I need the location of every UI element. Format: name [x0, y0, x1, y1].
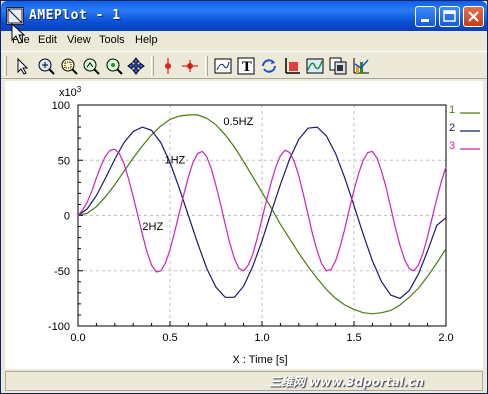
toolbar-grip[interactable] — [4, 56, 7, 76]
dual-cursor-icon[interactable] — [180, 56, 200, 76]
menu-help[interactable]: Help — [135, 34, 158, 46]
legend-label-3: 3 — [449, 140, 455, 152]
axis-ticks: 0.0 0.5 1.0 1.5 2.0 100 50 0 -50 -100 — [48, 100, 454, 344]
zoom-box-icon[interactable] — [59, 56, 79, 76]
toolbar-separator-2 — [205, 56, 208, 76]
axes-icon[interactable] — [282, 56, 302, 76]
legend-label-1: 1 — [449, 104, 455, 116]
y-multiplier: x103 — [59, 85, 82, 99]
watermark-text: 三维网 www.3dportal.cn — [269, 375, 425, 389]
zoom-in-icon[interactable] — [81, 56, 101, 76]
copy-icon[interactable] — [328, 56, 348, 76]
plot-window-icon[interactable] — [213, 56, 233, 76]
cursor-icon[interactable] — [158, 56, 178, 76]
menu-bar: File Edit View Tools Help — [1, 31, 487, 77]
title-bar[interactable]: AMEPlot - 1 — [1, 1, 487, 31]
refresh-icon[interactable] — [259, 56, 279, 76]
menu-view[interactable]: View — [67, 34, 91, 46]
zoom-tool-icon[interactable] — [36, 56, 56, 76]
maximize-icon — [443, 10, 456, 22]
x-axis-label: X : Time [s] — [232, 354, 287, 366]
x-tick-label: 2.0 — [438, 332, 453, 344]
legend-label-2: 2 — [449, 122, 455, 134]
y-tick-label: 50 — [58, 155, 70, 167]
window-title: AMEPlot - 1 — [29, 8, 121, 23]
close-button[interactable] — [463, 6, 484, 27]
zoom-reset-icon[interactable] — [104, 56, 124, 76]
x-tick-label: 1.5 — [346, 332, 361, 344]
annotation-1hz: 1HZ — [164, 155, 185, 167]
annotation-2hz: 2HZ — [142, 221, 163, 233]
minimize-button[interactable] — [415, 6, 436, 27]
chart-icon[interactable] — [351, 56, 371, 76]
text-icon[interactable]: T — [236, 56, 256, 76]
close-icon — [468, 11, 479, 22]
toolbar-separator — [151, 56, 154, 76]
pan-icon[interactable] — [126, 56, 146, 76]
x-tick-label: 0.5 — [162, 332, 177, 344]
plot-svg[interactable]: 0.0 0.5 1.0 1.5 2.0 100 50 0 -50 -100 0.5HZ 1HZ 2HZ… — [5, 81, 483, 369]
maximize-button[interactable] — [439, 6, 460, 27]
svg-text:T: T — [242, 60, 252, 75]
mouse-pointer-icon — [11, 23, 26, 44]
minimize-icon — [421, 19, 429, 22]
menu-tools[interactable]: Tools — [99, 34, 125, 46]
ameplot-window: AMEPlot - 1 File Edit View Tools Help T — [0, 0, 488, 394]
y-multiplier-base: x10 — [59, 87, 77, 99]
x-tick-label: 1.0 — [254, 332, 269, 344]
y-tick-label: 0 — [64, 211, 70, 223]
y-multiplier-exp: 3 — [77, 85, 82, 94]
annotation-0.5hz: 0.5HZ — [223, 116, 253, 128]
menu-edit[interactable]: Edit — [38, 34, 57, 46]
select-tool-icon[interactable] — [13, 56, 33, 76]
legend[interactable]: 1 2 3 — [449, 104, 480, 152]
x-tick-label: 0.0 — [70, 332, 85, 344]
y-tick-label: -100 — [48, 321, 70, 333]
plot-area[interactable]: 0.0 0.5 1.0 1.5 2.0 100 50 0 -50 -100 0.5HZ 1HZ 2HZ… — [5, 81, 483, 369]
y-tick-label: 100 — [52, 100, 70, 112]
series-line-2 — [77, 126, 447, 300]
toolbar: T — [1, 51, 487, 79]
y-tick-label: -50 — [54, 266, 70, 278]
curve-icon[interactable] — [305, 56, 325, 76]
grid — [78, 105, 446, 326]
